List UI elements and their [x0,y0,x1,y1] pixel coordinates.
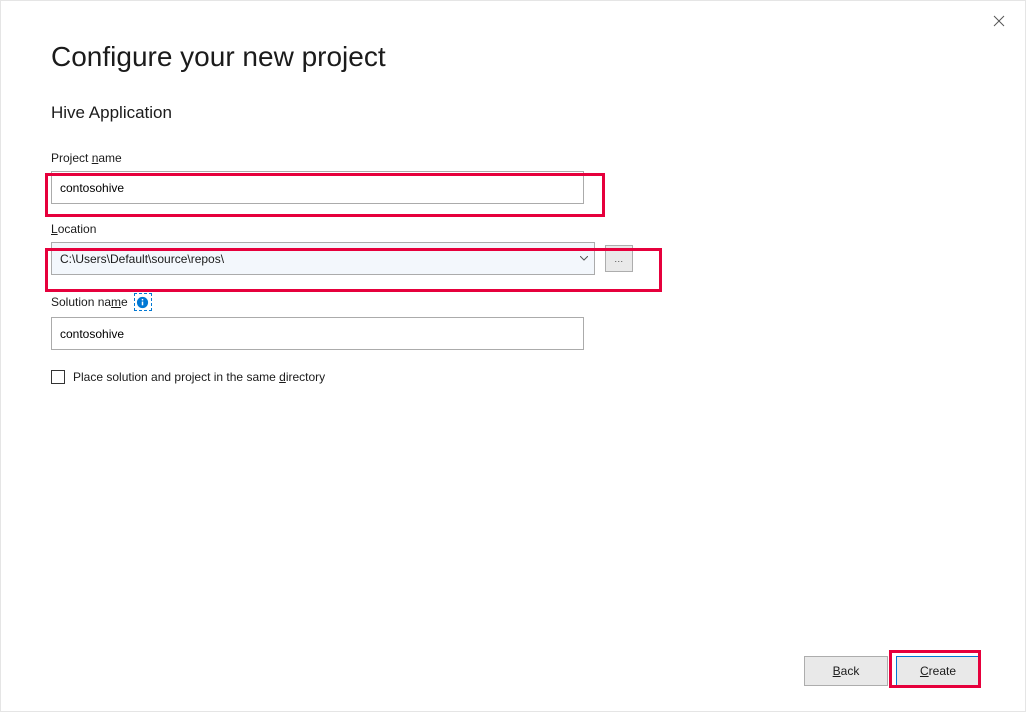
same-directory-label: Place solution and project in the same d… [73,370,325,384]
location-label: Location [51,222,975,236]
location-combobox[interactable]: C:\Users\Default\source\repos\ [51,242,595,275]
same-directory-checkbox-row[interactable]: Place solution and project in the same d… [51,370,975,384]
info-icon-wrap[interactable] [134,293,152,311]
solution-name-label-row: Solution name [51,293,975,311]
solution-name-input[interactable] [51,317,584,350]
project-type-subtitle: Hive Application [51,103,975,123]
back-button[interactable]: Back [804,656,888,686]
chevron-down-icon [576,256,592,262]
info-icon [136,296,149,309]
dialog-footer: Back Create [804,656,980,686]
project-name-row [51,171,975,204]
project-name-label: Project name [51,151,975,165]
same-directory-checkbox[interactable] [51,370,65,384]
dialog-content: Configure your new project Hive Applicat… [51,41,975,384]
project-name-input[interactable] [51,171,584,204]
close-icon [993,15,1005,27]
close-button[interactable] [987,9,1011,33]
location-value: C:\Users\Default\source\repos\ [60,252,576,266]
solution-name-row [51,317,975,350]
browse-button[interactable]: ... [605,245,633,272]
create-button[interactable]: Create [896,656,980,686]
page-title: Configure your new project [51,41,975,73]
location-row: C:\Users\Default\source\repos\ ... [51,242,975,275]
solution-name-label: Solution name [51,295,128,309]
